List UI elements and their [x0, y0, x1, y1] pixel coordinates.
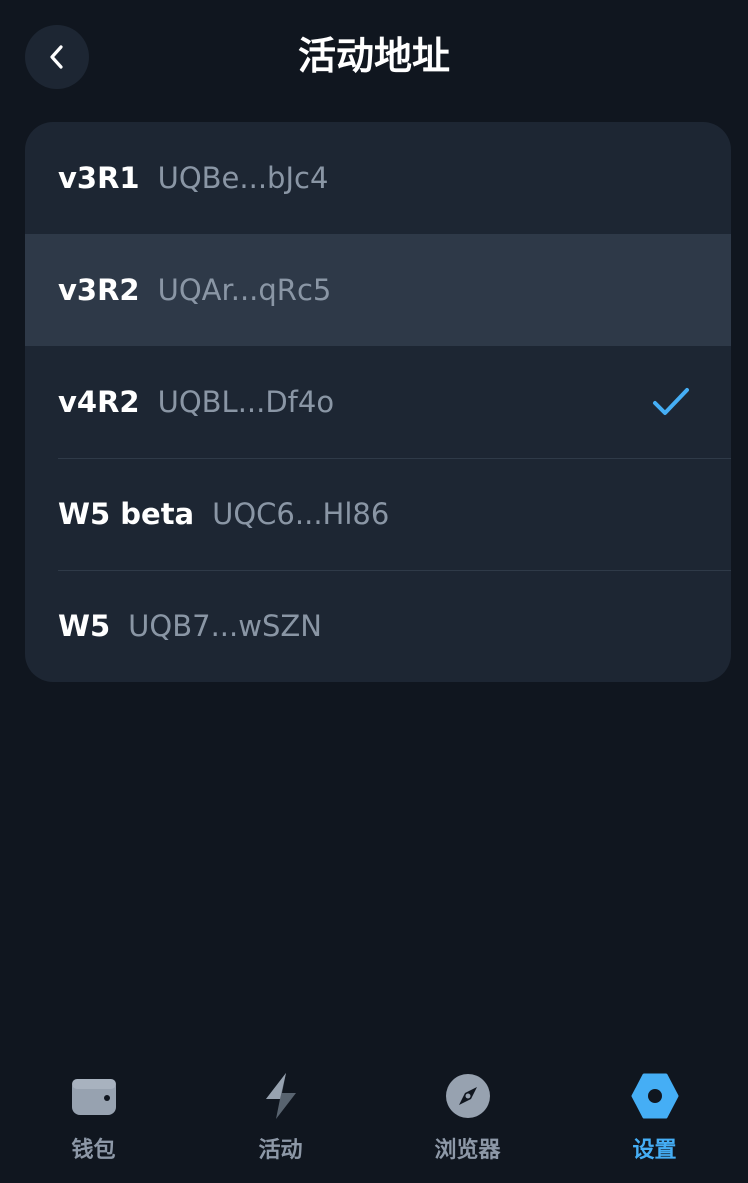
address-value: UQBe...bJc4 [157, 161, 329, 195]
address-value: UQC6...Hl86 [212, 497, 390, 531]
page-title: 活动地址 [297, 34, 450, 78]
compass-icon [444, 1072, 492, 1120]
tab-browser[interactable]: 浏览器 [374, 1060, 561, 1183]
active-address-screen: 活动地址 v3R1 UQBe...bJc4 v3R2 UQAr...qRc5 v… [0, 0, 748, 1183]
row-divider [58, 570, 731, 571]
address-value: UQB7...wSZN [128, 609, 322, 643]
settings-icon [631, 1072, 679, 1120]
address-version: v4R2 [58, 385, 140, 419]
bottom-tab-bar: 钱包 活动 浏览器 设置 [0, 1060, 748, 1183]
tab-label: 浏览器 [434, 1138, 501, 1163]
tab-label: 活动 [258, 1138, 303, 1163]
address-row-w5[interactable]: W5 UQB7...wSZN [25, 570, 731, 682]
row-divider [58, 458, 731, 459]
wallet-icon [70, 1072, 118, 1120]
address-row-w5-beta[interactable]: W5 beta UQC6...Hl86 [25, 458, 731, 570]
address-list: v3R1 UQBe...bJc4 v3R2 UQAr...qRc5 v4R2 U… [25, 122, 731, 682]
address-version: v3R1 [58, 161, 140, 195]
lightning-icon [257, 1072, 305, 1120]
tab-label: 设置 [632, 1138, 677, 1163]
tab-label: 钱包 [71, 1138, 116, 1163]
address-version: W5 [58, 609, 111, 643]
tab-activity[interactable]: 活动 [187, 1060, 374, 1183]
tab-wallet[interactable]: 钱包 [0, 1060, 187, 1183]
address-value: UQBL...Df4o [157, 385, 335, 419]
tab-settings[interactable]: 设置 [561, 1060, 748, 1183]
address-value: UQAr...qRc5 [157, 273, 332, 307]
checkmark-icon [653, 388, 689, 415]
address-version: W5 beta [58, 497, 195, 531]
address-row-v3r2[interactable]: v3R2 UQAr...qRc5 [25, 234, 731, 346]
address-version: v3R2 [58, 273, 140, 307]
address-row-v4r2[interactable]: v4R2 UQBL...Df4o [25, 346, 731, 458]
address-row-v3r1[interactable]: v3R1 UQBe...bJc4 [25, 122, 731, 234]
